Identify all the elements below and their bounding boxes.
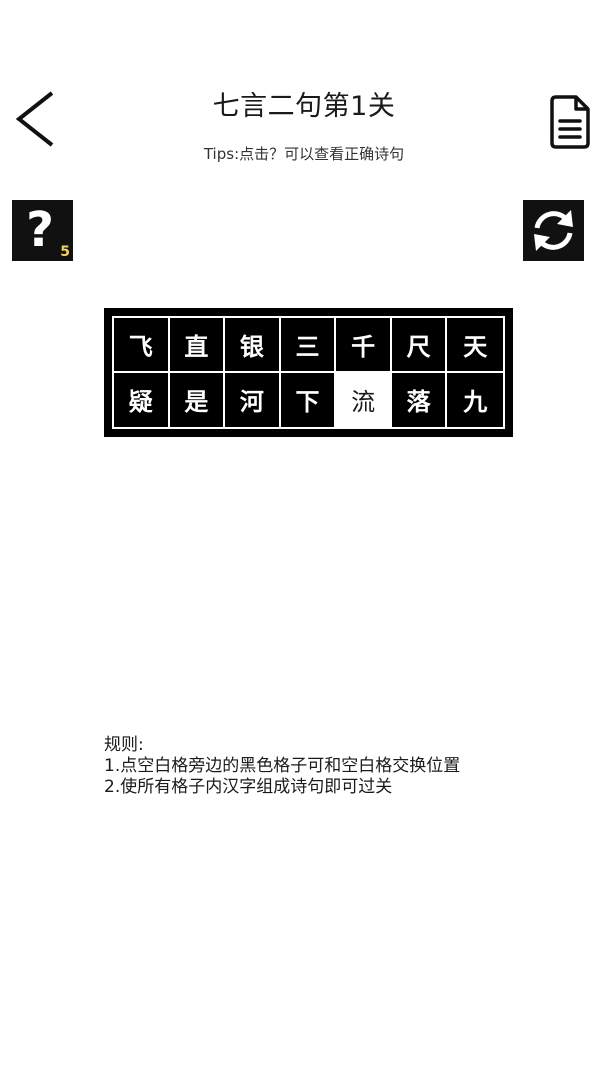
hint-count-badge: 5 xyxy=(60,244,70,260)
puzzle-cell[interactable]: 银 xyxy=(225,318,281,373)
puzzle-board: 飞直银三千尺天疑是河下流落九 xyxy=(104,308,513,437)
puzzle-cell[interactable]: 下 xyxy=(280,372,337,427)
puzzle-cell[interactable]: 疑 xyxy=(114,372,170,427)
puzzle-cell[interactable]: 直 xyxy=(169,318,226,373)
refresh-icon xyxy=(534,210,573,251)
rules-line-2: 2.使所有格子内汉字组成诗句即可过关 xyxy=(104,777,393,797)
refresh-button[interactable] xyxy=(523,200,584,261)
puzzle-cell[interactable]: 九 xyxy=(447,372,503,427)
blank-cell[interactable]: 流 xyxy=(336,372,392,427)
document-button[interactable] xyxy=(548,94,594,150)
puzzle-cell[interactable]: 河 xyxy=(225,372,281,427)
page-title: 七言二句第1关 xyxy=(212,91,396,122)
hint-button[interactable]: ? 5 xyxy=(12,200,73,261)
puzzle-cell[interactable]: 落 xyxy=(391,372,448,427)
document-icon xyxy=(550,95,590,149)
puzzle-cell[interactable]: 尺 xyxy=(391,318,448,373)
puzzle-cell[interactable]: 三 xyxy=(280,318,337,373)
game-screen: 七言二句第1关 Tips:点击？可以查看正确诗句 ? 5 飞直银三千尺天疑是河下… xyxy=(0,0,608,1080)
puzzle-cell[interactable]: 飞 xyxy=(114,318,170,373)
puzzle-grid: 飞直银三千尺天疑是河下流落九 xyxy=(112,316,505,429)
puzzle-cell[interactable]: 天 xyxy=(447,318,503,373)
rules-section: 规则: 1.点空白格旁边的黑色格子可和空白格交换位置 2.使所有格子内汉字组成诗… xyxy=(104,735,564,798)
rules-line-1: 1.点空白格旁边的黑色格子可和空白格交换位置 xyxy=(104,756,461,776)
tips-text: Tips:点击？可以查看正确诗句 xyxy=(203,145,405,163)
puzzle-cell[interactable]: 是 xyxy=(169,372,226,427)
rules-heading: 规则: xyxy=(104,735,144,755)
puzzle-cell[interactable]: 千 xyxy=(336,318,392,373)
